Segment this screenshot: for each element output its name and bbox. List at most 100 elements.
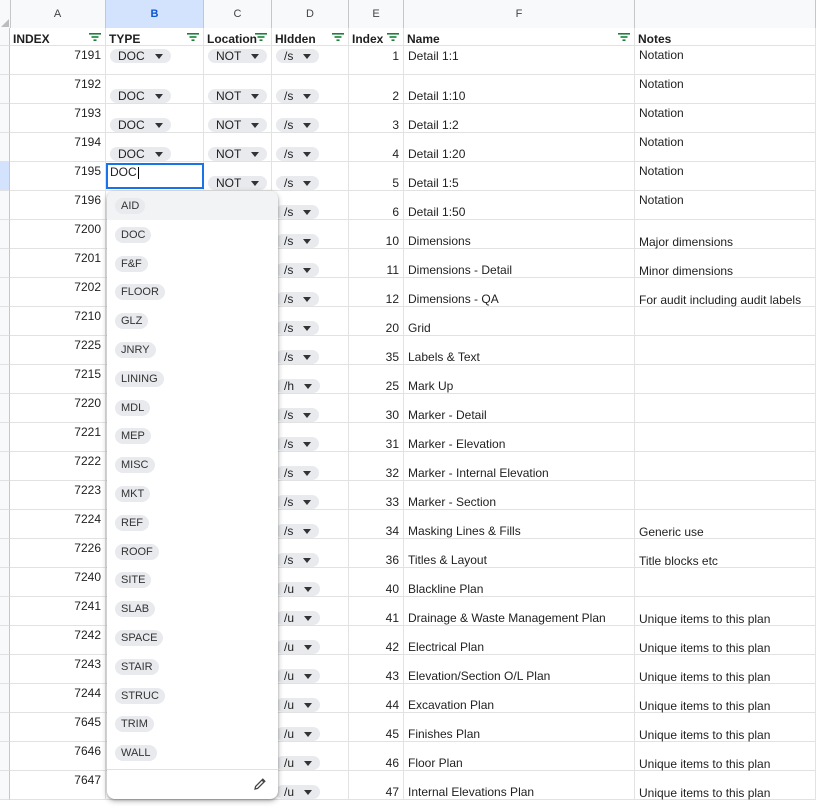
cell-e[interactable]: 41 xyxy=(349,597,404,626)
cell-f[interactable]: Electrical Plan xyxy=(404,626,635,655)
row-header[interactable] xyxy=(0,684,10,713)
cell-f[interactable]: Finishes Plan xyxy=(404,713,635,742)
cell-f[interactable]: Titles & Layout xyxy=(404,539,635,568)
cell-e[interactable]: 3 xyxy=(349,104,404,133)
cell-e[interactable]: 36 xyxy=(349,539,404,568)
cell-f[interactable]: Grid xyxy=(404,307,635,336)
header-cell-b[interactable]: TYPE xyxy=(106,28,204,46)
row-header[interactable] xyxy=(0,336,10,365)
dropdown-chip[interactable]: /s xyxy=(276,292,320,306)
header-cell-d[interactable]: HIdden xyxy=(272,28,349,46)
row-header[interactable] xyxy=(0,278,10,307)
dropdown-option[interactable]: F&F xyxy=(107,249,278,278)
cell-f[interactable]: Dimensions - QA xyxy=(404,278,635,307)
header-cell-a[interactable]: INDEX xyxy=(10,28,106,46)
dropdown-option[interactable]: MISC xyxy=(107,450,278,479)
cell-d[interactable]: /s xyxy=(272,191,349,220)
cell-d[interactable]: /s xyxy=(272,423,349,452)
cell-g[interactable]: Notation xyxy=(635,162,816,191)
cell-g[interactable]: Unique items to this plan xyxy=(635,655,816,684)
filter-icon[interactable] xyxy=(89,32,101,42)
header-cell-c[interactable]: Location xyxy=(204,28,272,46)
cell-f[interactable]: Floor Plan xyxy=(404,742,635,771)
dropdown-chip[interactable]: DOC xyxy=(110,49,171,63)
cell-a[interactable]: 7215 xyxy=(10,365,106,394)
cell-a[interactable]: 7225 xyxy=(10,336,106,365)
cell-a[interactable]: 7220 xyxy=(10,394,106,423)
cell-d[interactable]: /s xyxy=(272,249,349,278)
cell-f[interactable]: Blackline Plan xyxy=(404,568,635,597)
row-header[interactable] xyxy=(0,394,10,423)
row-header[interactable] xyxy=(0,28,10,46)
cell-f[interactable]: Dimensions - Detail xyxy=(404,249,635,278)
cell-a[interactable]: 7224 xyxy=(10,510,106,539)
row-header[interactable] xyxy=(0,568,10,597)
row-header[interactable] xyxy=(0,539,10,568)
cell-f[interactable]: Detail 1:10 xyxy=(404,75,635,104)
cell-e[interactable]: 43 xyxy=(349,655,404,684)
cell-d[interactable]: /s xyxy=(272,162,349,191)
dropdown-chip[interactable]: /s xyxy=(276,437,320,451)
dropdown-chip[interactable]: /u xyxy=(276,582,321,596)
dropdown-chip[interactable]: NOT xyxy=(208,89,268,103)
dropdown-chip[interactable]: /s xyxy=(276,408,320,422)
cell-a[interactable]: 7196 xyxy=(10,191,106,220)
dropdown-chip[interactable]: DOC xyxy=(110,118,171,132)
dropdown-chip[interactable]: /u xyxy=(276,698,321,712)
dropdown-chip[interactable]: /s xyxy=(276,466,320,480)
cell-d[interactable]: /s xyxy=(272,104,349,133)
cell-a[interactable]: 7221 xyxy=(10,423,106,452)
row-header[interactable] xyxy=(0,133,10,162)
dropdown-chip[interactable]: NOT xyxy=(208,176,268,190)
cell-e[interactable]: 34 xyxy=(349,510,404,539)
row-header[interactable] xyxy=(0,75,10,104)
cell-a[interactable]: 7223 xyxy=(10,481,106,510)
cell-f[interactable]: Marker - Section xyxy=(404,481,635,510)
cell-d[interactable]: /s xyxy=(272,307,349,336)
cell-d[interactable]: /s xyxy=(272,539,349,568)
column-letter-2[interactable]: B xyxy=(106,0,204,28)
cell-a[interactable]: 7200 xyxy=(10,220,106,249)
row-header[interactable] xyxy=(0,423,10,452)
cell-f[interactable]: Masking Lines & Fills xyxy=(404,510,635,539)
cell-d[interactable]: /s xyxy=(272,133,349,162)
column-letter-7[interactable] xyxy=(635,0,816,28)
dropdown-option[interactable]: STRUC xyxy=(107,681,278,710)
cell-g[interactable] xyxy=(635,568,816,597)
cell-f[interactable]: Marker - Internal Elevation xyxy=(404,452,635,481)
cell-f[interactable]: Detail 1:1 xyxy=(404,46,635,75)
dropdown-option[interactable]: SLAB xyxy=(107,594,278,623)
row-header[interactable] xyxy=(0,249,10,278)
header-cell-f[interactable]: Name xyxy=(404,28,635,46)
dropdown-option[interactable]: MDL xyxy=(107,393,278,422)
column-letter-5[interactable]: E xyxy=(349,0,404,28)
cell-e[interactable]: 1 xyxy=(349,46,404,75)
cell-d[interactable]: /u xyxy=(272,742,349,771)
cell-d[interactable]: /u xyxy=(272,684,349,713)
cell-g[interactable] xyxy=(635,336,816,365)
dropdown-chip[interactable]: /s xyxy=(276,118,320,132)
cell-f[interactable]: Elevation/Section O/L Plan xyxy=(404,655,635,684)
row-header[interactable] xyxy=(0,655,10,684)
dropdown-option[interactable]: GLZ xyxy=(107,306,278,335)
cell-a[interactable]: 7647 xyxy=(10,771,106,800)
dropdown-option[interactable]: MKT xyxy=(107,479,278,508)
cell-d[interactable]: /u xyxy=(272,626,349,655)
dropdown-chip[interactable]: /s xyxy=(276,49,320,63)
cell-d[interactable]: /s xyxy=(272,394,349,423)
cell-a[interactable]: 7191 xyxy=(10,46,106,75)
cell-f[interactable]: Dimensions xyxy=(404,220,635,249)
dropdown-chip[interactable]: NOT xyxy=(208,49,268,63)
row-header[interactable] xyxy=(0,162,10,191)
cell-g[interactable] xyxy=(635,394,816,423)
filter-icon[interactable] xyxy=(255,32,267,42)
cell-g[interactable] xyxy=(635,423,816,452)
dropdown-option[interactable]: FLOOR xyxy=(107,277,278,306)
dropdown-chip[interactable]: /s xyxy=(276,350,320,364)
dropdown-option[interactable]: DOC xyxy=(107,220,278,249)
cell-d[interactable]: /s xyxy=(272,481,349,510)
cell-a[interactable]: 7193 xyxy=(10,104,106,133)
dropdown-chip[interactable]: /s xyxy=(276,147,320,161)
cell-a[interactable]: 7202 xyxy=(10,278,106,307)
dropdown-chip[interactable]: /s xyxy=(276,89,320,103)
